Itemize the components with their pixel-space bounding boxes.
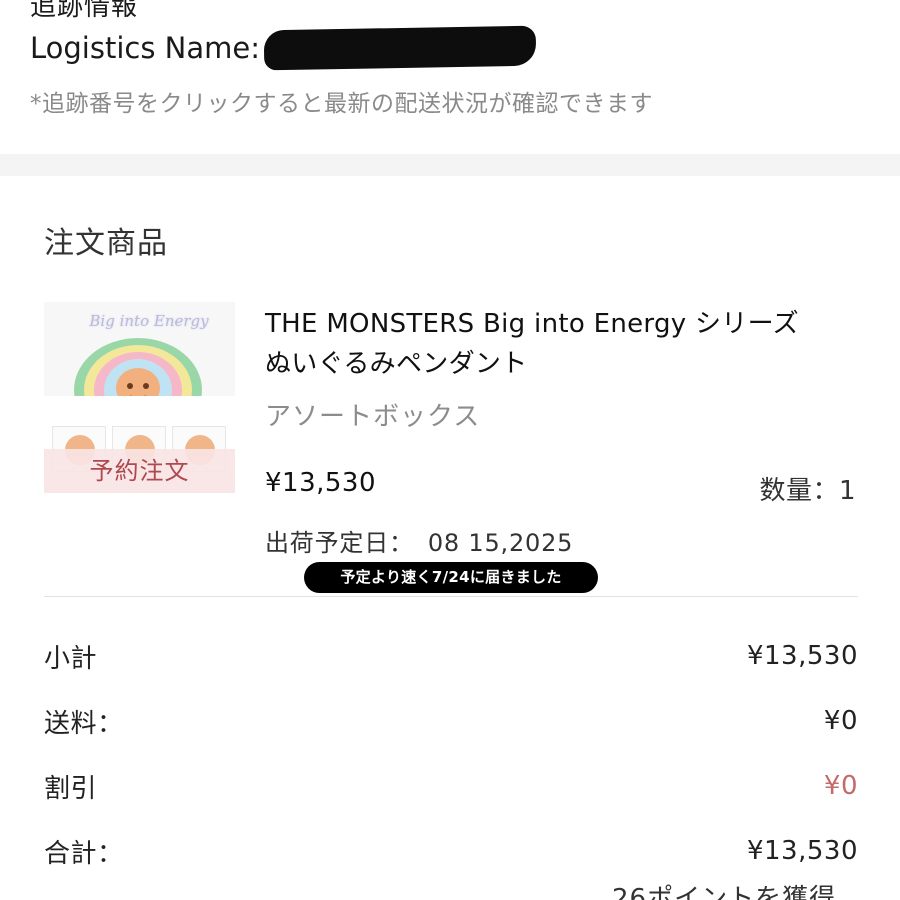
product-image[interactable]: Big into Energy 予約注文 [44,302,235,493]
redaction-mark [263,25,537,71]
product-quantity: 数量：1 [759,476,856,506]
section-divider [0,154,900,176]
total-label: 合計： [44,838,124,869]
total-row: 合計： ¥13,530 [44,831,858,871]
subtotal-row: 小計 ¥13,530 [44,636,858,676]
subtotal-label: 小計 [44,643,98,674]
ship-date-value: 08 15,2025 [427,529,574,557]
ship-date-label: 出荷予定日： [265,529,414,557]
preorder-badge: 予約注文 [44,449,235,493]
thumb-logo: Big into Energy [89,312,209,330]
discount-label: 割引 [44,773,98,804]
product-name-line2: ぬいぐるみペンダント [265,349,528,379]
product-name[interactable]: THE MONSTERS Big into Energy シリーズ ぬいぐるみペ… [265,304,865,384]
order-detail-page: 追跡情報 Logistics Name: 524 *追跡番号をクリックすると最新… [0,0,900,900]
subtotal-value: ¥13,530 [746,641,858,671]
logistics-label: Logistics Name: [30,31,260,65]
discount-row: 割引 ¥0 [44,766,858,806]
tracking-heading: 追跡情報 [30,0,139,22]
tracking-number-link[interactable]: 524 [263,25,537,71]
total-value: ¥13,530 [746,836,858,866]
order-items-title: 注文商品 [44,226,168,261]
product-variant: アソートボックス [265,402,481,432]
delivery-annotation: 予定より速く7/24に届きました [304,562,598,593]
shipping-row: 送料： ¥0 [44,701,858,741]
points-earned: 26ポイントを獲得 [612,884,837,900]
logistics-row: Logistics Name: 524 [30,25,537,71]
product-name-line1: THE MONSTERS Big into Energy シリーズ [265,309,799,339]
tracking-note: *追跡番号をクリックすると最新の配送状況が確認できます [30,91,653,117]
product-price: ¥13,530 [265,468,377,498]
discount-value: ¥0 [823,771,858,801]
shipping-value: ¥0 [823,706,858,736]
shipping-label: 送料： [44,708,124,739]
ship-date-row: 出荷予定日： 08 15,2025 [265,523,573,558]
summary-divider [44,596,858,597]
